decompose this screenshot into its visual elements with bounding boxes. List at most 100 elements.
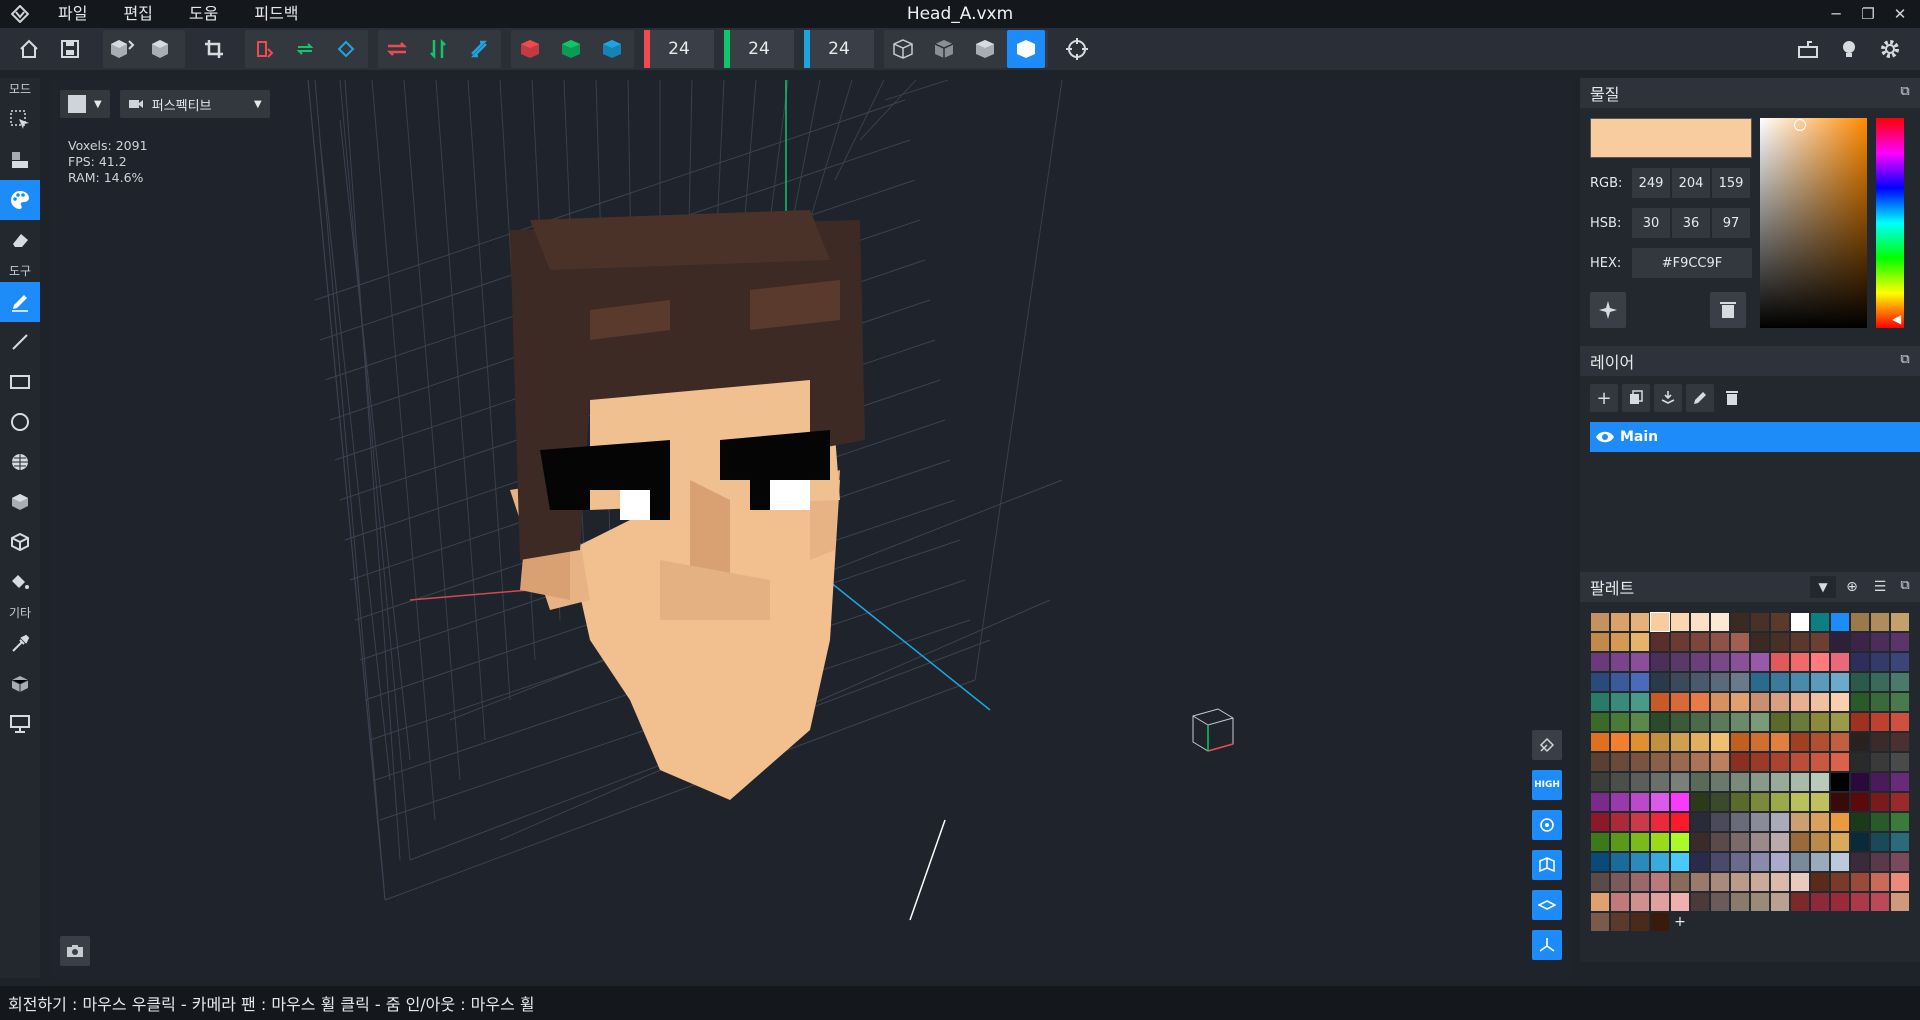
palette-color-cell[interactable] — [1671, 893, 1689, 911]
palette-color-cell[interactable] — [1671, 693, 1689, 711]
palette-color-cell[interactable] — [1811, 733, 1829, 751]
import-button[interactable] — [103, 30, 141, 68]
rotate-button[interactable] — [286, 30, 324, 68]
attach-mode-button[interactable] — [0, 140, 40, 180]
hsb-s-field[interactable]: 36 — [1672, 208, 1710, 238]
close-icon[interactable]: ✕ — [1884, 0, 1916, 28]
palette-color-cell[interactable] — [1791, 753, 1809, 771]
palette-color-cell[interactable] — [1631, 773, 1649, 791]
palette-color-cell[interactable] — [1871, 813, 1889, 831]
eyedropper-tool-button[interactable] — [0, 624, 40, 664]
palette-color-cell[interactable] — [1771, 653, 1789, 671]
palette-color-cell[interactable] — [1611, 793, 1629, 811]
palette-color-cell[interactable] — [1811, 713, 1829, 731]
palette-color-cell[interactable] — [1591, 753, 1609, 771]
palette-color-cell[interactable] — [1891, 733, 1909, 751]
rect-tool-button[interactable] — [0, 362, 40, 402]
palette-color-cell[interactable] — [1691, 753, 1709, 771]
palette-color-cell[interactable] — [1651, 913, 1669, 931]
grid-wall-button[interactable] — [1532, 850, 1562, 880]
palette-color-cell[interactable] — [1731, 773, 1749, 791]
palette-color-cell[interactable] — [1751, 833, 1769, 851]
palette-color-cell[interactable] — [1651, 653, 1669, 671]
palette-color-cell[interactable] — [1891, 633, 1909, 651]
palette-color-cell[interactable] — [1891, 853, 1909, 871]
palette-color-cell[interactable] — [1811, 893, 1829, 911]
palette-color-cell[interactable] — [1731, 793, 1749, 811]
size-z-field[interactable]: 24 — [804, 30, 874, 68]
palette-color-cell[interactable] — [1851, 633, 1869, 651]
palette-color-cell[interactable] — [1591, 813, 1609, 831]
palette-color-cell[interactable] — [1811, 633, 1829, 651]
crop-button[interactable] — [195, 30, 233, 68]
rgb-b-field[interactable]: 159 — [1712, 168, 1750, 198]
rename-layer-button[interactable] — [1686, 384, 1714, 412]
palette-color-cell[interactable] — [1711, 653, 1729, 671]
shading-dropdown[interactable]: ▼ — [60, 90, 110, 118]
palette-color-cell[interactable] — [1751, 873, 1769, 891]
palette-color-cell[interactable] — [1771, 613, 1789, 631]
palette-color-cell[interactable] — [1771, 813, 1789, 831]
palette-color-cell[interactable] — [1711, 693, 1729, 711]
palette-color-cell[interactable] — [1871, 773, 1889, 791]
palette-color-cell[interactable] — [1771, 713, 1789, 731]
palette-color-cell[interactable] — [1791, 713, 1809, 731]
palette-color-cell[interactable] — [1731, 753, 1749, 771]
palette-color-cell[interactable] — [1891, 833, 1909, 851]
palette-color-cell[interactable] — [1751, 633, 1769, 651]
palette-color-cell[interactable] — [1611, 753, 1629, 771]
palette-color-cell[interactable] — [1751, 653, 1769, 671]
palette-color-cell[interactable] — [1611, 873, 1629, 891]
minimize-icon[interactable]: ─ — [1820, 0, 1852, 28]
fill-tool-button[interactable] — [0, 562, 40, 602]
palette-color-cell[interactable] — [1611, 813, 1629, 831]
palette-color-cell[interactable] — [1591, 673, 1609, 691]
palette-color-cell[interactable] — [1731, 693, 1749, 711]
palette-color-cell[interactable] — [1611, 853, 1629, 871]
palette-color-cell[interactable] — [1631, 913, 1649, 931]
palette-color-cell[interactable] — [1671, 853, 1689, 871]
palette-color-cell[interactable] — [1771, 833, 1789, 851]
home-button[interactable] — [10, 30, 48, 68]
palette-color-cell[interactable] — [1771, 893, 1789, 911]
palette-color-cell[interactable] — [1871, 633, 1889, 651]
palette-color-cell[interactable] — [1791, 613, 1809, 631]
palette-color-cell[interactable] — [1871, 733, 1889, 751]
palette-color-cell[interactable] — [1631, 733, 1649, 751]
palette-color-cell[interactable] — [1611, 613, 1629, 631]
palette-color-cell[interactable] — [1651, 753, 1669, 771]
palette-color-cell[interactable] — [1591, 853, 1609, 871]
palette-color-cell[interactable] — [1711, 813, 1729, 831]
render-solid-button[interactable] — [966, 30, 1004, 68]
palette-color-cell[interactable] — [1831, 893, 1849, 911]
palette-color-cell[interactable] — [1631, 813, 1649, 831]
palette-color-cell[interactable] — [1631, 833, 1649, 851]
palette-color-cell[interactable] — [1731, 613, 1749, 631]
palette-color-cell[interactable] — [1591, 733, 1609, 751]
palette-color-cell[interactable] — [1771, 773, 1789, 791]
ground-plane-button[interactable] — [1532, 890, 1562, 920]
palette-color-cell[interactable] — [1811, 833, 1829, 851]
palette-color-cell[interactable] — [1611, 913, 1629, 931]
palette-color-cell[interactable] — [1811, 853, 1829, 871]
palette-color-cell[interactable] — [1831, 713, 1849, 731]
palette-color-cell[interactable] — [1831, 793, 1849, 811]
palette-color-cell[interactable] — [1591, 633, 1609, 651]
palette-color-cell[interactable] — [1831, 813, 1849, 831]
palette-color-cell[interactable] — [1751, 893, 1769, 911]
palette-color-cell[interactable] — [1851, 813, 1869, 831]
menu-help[interactable]: 도움 — [171, 0, 236, 28]
palette-color-cell[interactable] — [1771, 673, 1789, 691]
palette-color-cell[interactable] — [1631, 753, 1649, 771]
delete-material-button[interactable] — [1710, 292, 1746, 328]
palette-color-cell[interactable] — [1631, 673, 1649, 691]
hsb-b-field[interactable]: 97 — [1712, 208, 1750, 238]
merge-layer-button[interactable] — [1654, 384, 1682, 412]
palette-color-cell[interactable] — [1831, 753, 1849, 771]
palette-color-cell[interactable] — [1691, 833, 1709, 851]
restore-icon[interactable]: ❐ — [1852, 0, 1884, 28]
palette-color-cell[interactable] — [1791, 793, 1809, 811]
palette-color-cell[interactable] — [1711, 713, 1729, 731]
palette-color-cell[interactable] — [1611, 733, 1629, 751]
screenshot-button[interactable] — [60, 936, 90, 966]
